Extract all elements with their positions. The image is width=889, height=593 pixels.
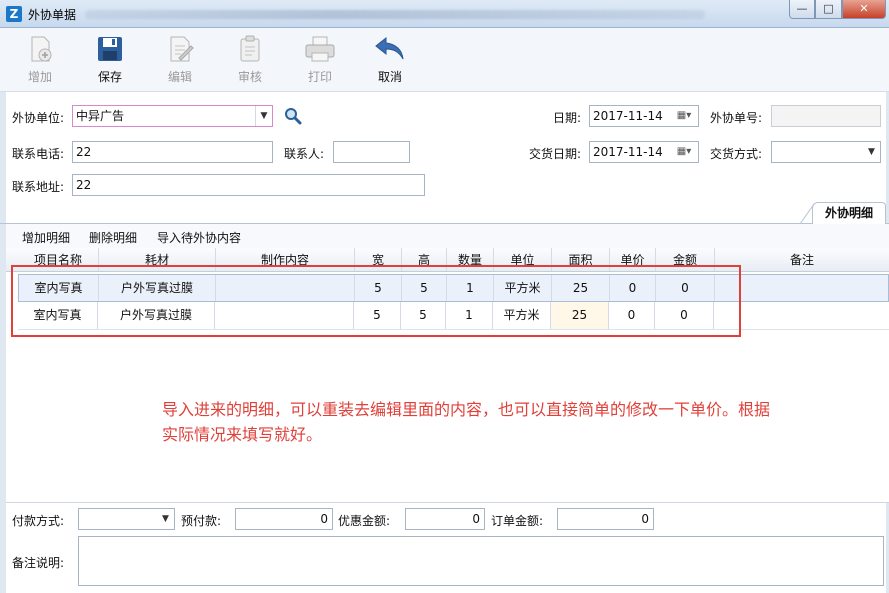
audit-button-label: 审核 [237, 70, 262, 84]
chevron-down-icon[interactable]: ▼ [863, 142, 880, 162]
contact-label: 联系人: [284, 147, 325, 161]
cancel-button[interactable]: 取消 [364, 34, 416, 90]
order-no-field[interactable] [771, 105, 881, 127]
delivery-method-select[interactable]: ▼ [771, 141, 881, 163]
import-pending-button[interactable]: 导入待外协内容 [157, 229, 241, 246]
cancel-button-label: 取消 [377, 70, 402, 84]
undo-arrow-icon [375, 36, 404, 60]
chevron-down-icon[interactable]: ▼ [255, 106, 272, 126]
bottom-separator [6, 502, 889, 503]
edit-button-label: 编辑 [167, 70, 192, 84]
address-value: 22 [76, 178, 92, 192]
vendor-select[interactable]: 中异广告 ▼ [72, 105, 273, 127]
date-picker[interactable]: 2017-11-14 ▦▾ [589, 105, 699, 127]
app-logo-icon: Z [6, 6, 22, 22]
vendor-value: 中异广告 [76, 109, 125, 123]
discount-label: 优惠金额: [338, 514, 391, 528]
main-toolbar: 增加 保存 编辑 审核 打印 取消 [0, 28, 889, 92]
blurred-title-area [85, 10, 705, 19]
vendor-label: 外协单位: [12, 111, 65, 125]
delivery-date-value: 2017-11-14 [593, 145, 663, 159]
calendar-dropdown-icon[interactable]: ▦▾ [672, 144, 696, 160]
close-button[interactable]: ✕ [842, 0, 886, 19]
window-title: 外协单据 [28, 8, 77, 22]
order-no-label: 外协单号: [710, 111, 763, 125]
delivery-date-label: 交货日期: [529, 147, 582, 161]
add-document-icon [31, 36, 52, 62]
edit-button[interactable]: 编辑 [154, 34, 206, 90]
date-label: 日期: [553, 111, 582, 125]
title-bar: Z 外协单据 — □ ✕ [0, 0, 889, 28]
order-amount-value: 0 [641, 512, 649, 526]
annotation-text: 导入进来的明细，可以重装去编辑里面的内容，也可以直接简单的修改一下单价。根据实际… [162, 400, 771, 444]
detail-toolbar: 增加明细 删除明细 导入待外协内容 [6, 224, 889, 248]
contact-input[interactable] [333, 141, 410, 163]
date-value: 2017-11-14 [593, 109, 663, 123]
delivery-date-picker[interactable]: 2017-11-14 ▦▾ [589, 141, 699, 163]
phone-label: 联系电话: [12, 147, 65, 161]
search-icon[interactable] [284, 107, 302, 125]
address-label: 联系地址: [12, 180, 65, 194]
prepay-label: 预付款: [181, 514, 222, 528]
prepay-input[interactable]: 0 [235, 508, 333, 530]
minimize-button[interactable]: — [789, 0, 815, 19]
delivery-method-label: 交货方式: [710, 147, 763, 161]
add-button[interactable]: 增加 [14, 34, 66, 90]
save-button-label: 保存 [97, 70, 122, 84]
order-amount-input[interactable]: 0 [557, 508, 654, 530]
highlight-box [11, 265, 741, 337]
remark-textarea[interactable] [78, 536, 884, 586]
phone-value: 22 [76, 145, 92, 159]
calendar-dropdown-icon[interactable]: ▦▾ [672, 108, 696, 124]
address-input[interactable]: 22 [72, 174, 425, 196]
save-disk-icon [98, 37, 122, 61]
print-button[interactable]: 打印 [294, 34, 346, 90]
chevron-down-icon[interactable]: ▼ [157, 509, 174, 529]
printer-icon [305, 36, 335, 62]
add-detail-button[interactable]: 增加明细 [22, 229, 70, 246]
discount-input[interactable]: 0 [405, 508, 485, 530]
delete-detail-button[interactable]: 删除明细 [89, 229, 137, 246]
audit-button[interactable]: 审核 [224, 34, 276, 90]
payment-label: 付款方式: [12, 514, 65, 528]
payment-method-select[interactable]: ▼ [78, 508, 175, 530]
discount-value: 0 [472, 512, 480, 526]
column-header[interactable]: 备注 [715, 248, 889, 271]
print-button-label: 打印 [307, 70, 332, 84]
remark-label: 备注说明: [12, 556, 65, 570]
add-button-label: 增加 [27, 70, 52, 84]
save-button[interactable]: 保存 [84, 34, 136, 90]
maximize-button[interactable]: □ [815, 0, 842, 19]
order-amount-label: 订单金额: [491, 514, 544, 528]
edit-pencil-icon [170, 36, 194, 62]
phone-input[interactable]: 22 [72, 141, 273, 163]
clipboard-icon [240, 35, 260, 62]
prepay-value: 0 [320, 512, 328, 526]
tab-outsource-details[interactable]: 外协明细 [812, 202, 886, 224]
